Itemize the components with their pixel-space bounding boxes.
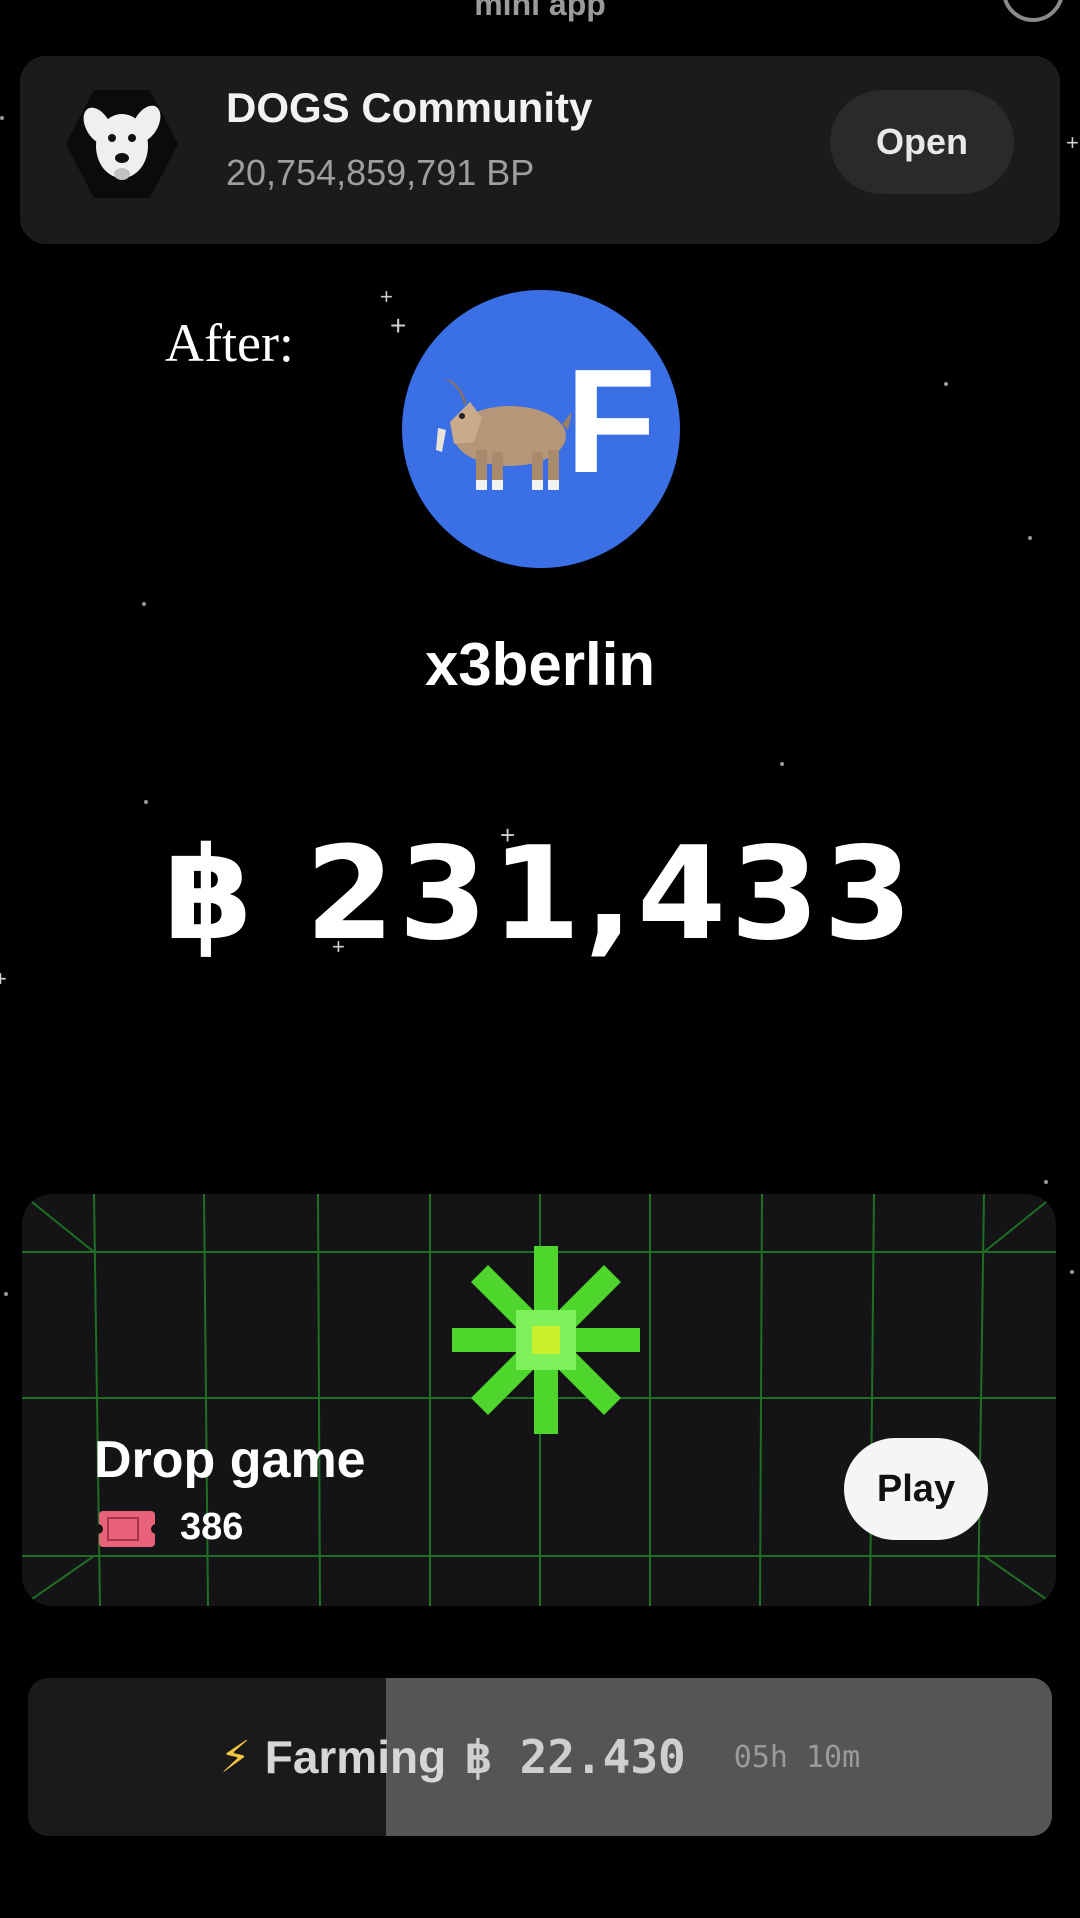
open-button[interactable]: Open [830, 90, 1014, 194]
dogs-logo-icon [66, 90, 178, 198]
avatar-letter: F [565, 339, 656, 504]
farming-timer: 05h 10m [733, 1739, 861, 1775]
drop-game-title: Drop game [94, 1431, 366, 1489]
farming-label: Farming [264, 1731, 447, 1783]
ticket-icon [98, 1511, 156, 1547]
lightning-icon: ⚡ [219, 1732, 251, 1782]
farming-button[interactable]: ⚡ Farming ฿ 22.430 05h 10m [28, 1678, 1052, 1836]
username: x3berlin [424, 631, 656, 698]
app-title: mini app [474, 0, 606, 22]
balance-amount: ฿ 231,433 [163, 820, 917, 969]
snowflake-icon [452, 1246, 640, 1434]
ticket-count: 386 [180, 1506, 244, 1548]
community-name: DOGS Community [226, 84, 593, 131]
community-bp: 20,754,859,791 BP [226, 152, 535, 193]
after-caption: After: [165, 313, 294, 373]
avatar[interactable]: F [402, 290, 680, 568]
goat-icon [436, 378, 572, 490]
community-card[interactable]: DOGS Community 20,754,859,791 BP Open [20, 56, 1060, 244]
drop-game-card[interactable]: Drop game 386 Play [22, 1194, 1056, 1606]
play-button[interactable]: Play [844, 1438, 988, 1540]
farming-amount: ฿ 22.430 [464, 1730, 686, 1784]
